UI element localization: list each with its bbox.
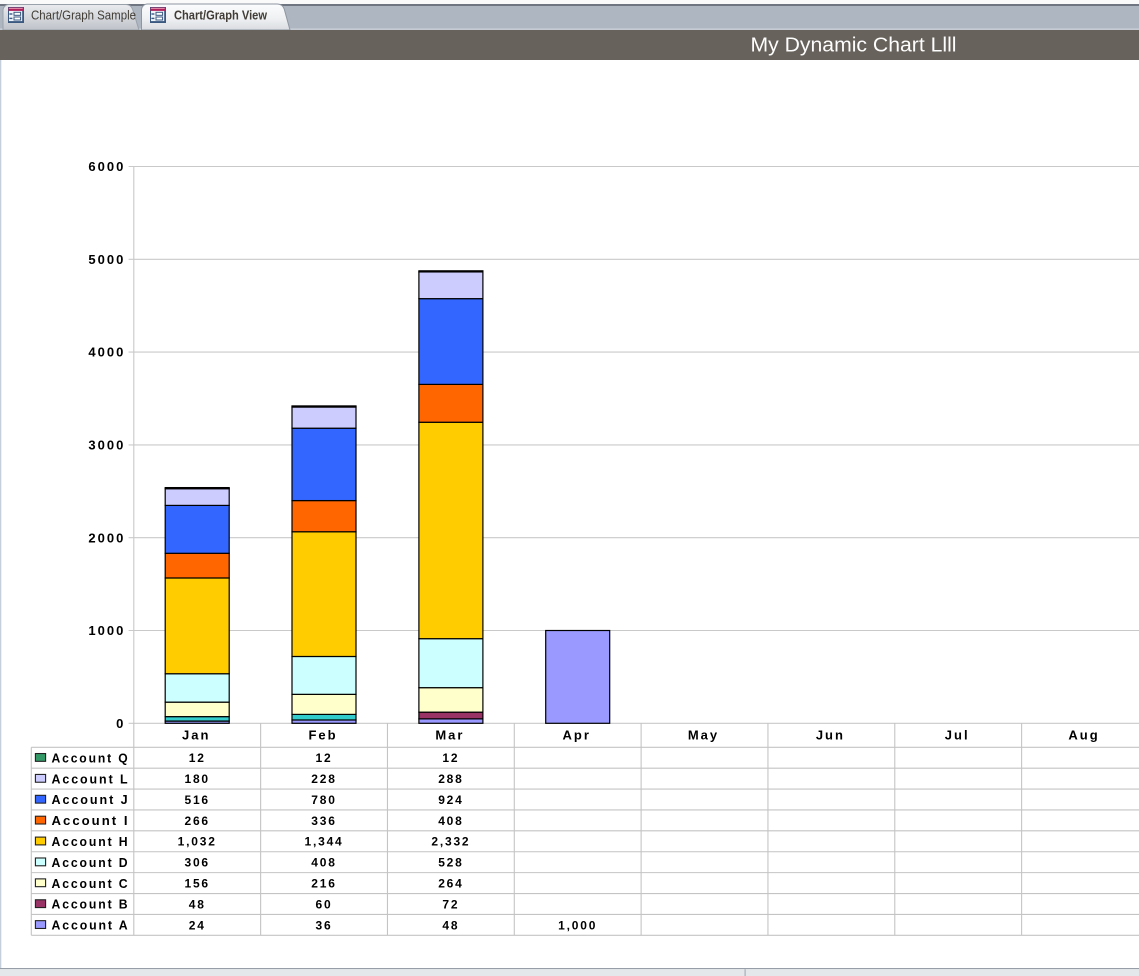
svg-text:Jan: Jan (182, 728, 210, 743)
svg-text:Account D: Account D (52, 855, 130, 870)
svg-text:6000: 6000 (88, 159, 125, 174)
svg-text:12: 12 (442, 751, 459, 765)
svg-text:12: 12 (189, 751, 206, 765)
svg-text:516: 516 (184, 793, 209, 807)
svg-text:228: 228 (311, 772, 336, 786)
svg-text:2000: 2000 (88, 530, 125, 545)
svg-text:Mar: Mar (435, 728, 464, 743)
svg-text:May: May (688, 728, 719, 743)
svg-text:36: 36 (316, 918, 333, 932)
svg-text:1,032: 1,032 (178, 835, 217, 849)
svg-text:48: 48 (442, 918, 459, 932)
svg-text:72: 72 (442, 897, 459, 911)
svg-text:156: 156 (184, 876, 209, 890)
svg-text:180: 180 (184, 772, 209, 786)
svg-text:288: 288 (438, 772, 463, 786)
svg-text:Account H: Account H (52, 834, 130, 849)
svg-text:60: 60 (316, 897, 333, 911)
svg-text:1000: 1000 (88, 623, 125, 638)
svg-text:Jun: Jun (816, 728, 845, 743)
svg-text:2,332: 2,332 (431, 835, 470, 849)
svg-text:Account A: Account A (52, 918, 130, 933)
svg-text:Account Q: Account Q (52, 750, 130, 765)
svg-text:48: 48 (189, 897, 206, 911)
svg-text:My Dynamic Chart Llll: My Dynamic Chart Llll (751, 35, 957, 57)
svg-text:780: 780 (311, 793, 336, 807)
svg-text:Jul: Jul (945, 728, 970, 743)
svg-text:408: 408 (311, 856, 336, 870)
svg-text:924: 924 (438, 793, 463, 807)
svg-text:12: 12 (316, 751, 333, 765)
svg-text:Account C: Account C (52, 876, 130, 891)
svg-text:5000: 5000 (88, 252, 125, 267)
svg-text:Chart/Graph View: Chart/Graph View (174, 8, 268, 23)
svg-text:408: 408 (438, 814, 463, 828)
svg-text:Aug: Aug (1068, 728, 1099, 743)
svg-text:1,344: 1,344 (304, 835, 343, 849)
svg-text:Apr: Apr (563, 728, 591, 743)
svg-text:216: 216 (311, 876, 336, 890)
svg-text:Account B: Account B (52, 897, 130, 912)
svg-text:Chart/Graph Sample: Chart/Graph Sample (31, 8, 136, 23)
svg-text:3000: 3000 (88, 438, 125, 453)
svg-text:336: 336 (311, 814, 336, 828)
svg-text:264: 264 (438, 876, 463, 890)
svg-text:0: 0 (116, 716, 125, 731)
svg-text:Account L: Account L (52, 771, 130, 786)
svg-text:Feb: Feb (308, 728, 337, 743)
svg-text:528: 528 (438, 856, 463, 870)
svg-text:266: 266 (184, 814, 209, 828)
svg-text:Account J: Account J (52, 792, 130, 807)
svg-text:Account I: Account I (52, 813, 130, 828)
svg-text:24: 24 (189, 918, 206, 932)
svg-text:306: 306 (184, 856, 209, 870)
svg-text:1,000: 1,000 (558, 918, 597, 932)
svg-text:4000: 4000 (88, 345, 125, 360)
